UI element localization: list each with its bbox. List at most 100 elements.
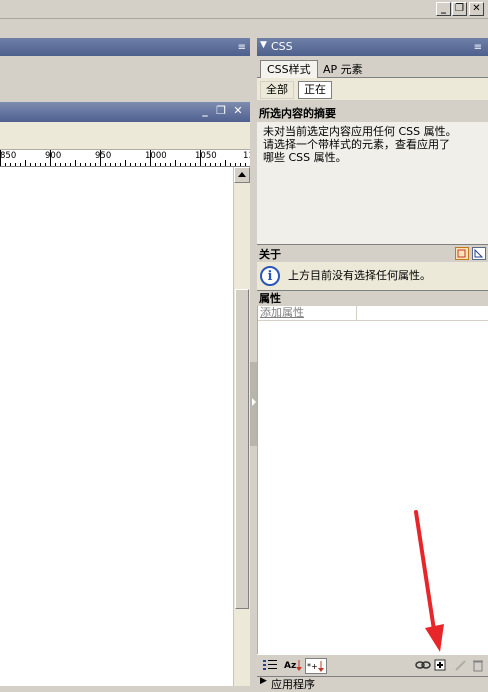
tab-ap-elements[interactable]: AP 元素 bbox=[319, 61, 367, 78]
ruler-tick bbox=[145, 163, 146, 166]
panel-options-icon[interactable]: ≡ bbox=[238, 42, 246, 53]
ruler-tick bbox=[165, 163, 166, 166]
css-tabstrip: CSS样式 AP 元素 bbox=[257, 56, 488, 78]
panel-collapse-icon[interactable]: ▼ bbox=[260, 40, 267, 50]
svg-text:Az: Az bbox=[284, 661, 296, 671]
ruler-tick bbox=[35, 163, 36, 166]
ruler-label: 1000 bbox=[145, 151, 167, 161]
attach-stylesheet-icon[interactable] bbox=[415, 658, 431, 674]
doc-minimize-button[interactable]: _ bbox=[198, 104, 212, 118]
ruler-tick bbox=[235, 163, 236, 166]
ruler-tick bbox=[15, 163, 16, 166]
properties-grid: 添加属性 bbox=[257, 306, 488, 654]
ruler-label: 1050 bbox=[195, 151, 217, 161]
about-heading: 关于 bbox=[259, 248, 281, 261]
svg-text:*+: *+ bbox=[307, 662, 318, 671]
category-view-icon[interactable] bbox=[261, 658, 279, 674]
panel-options-icon[interactable]: ≡ bbox=[474, 42, 482, 53]
ruler-tick bbox=[220, 163, 221, 166]
ruler-label: 900 bbox=[45, 151, 62, 161]
application-panel-title: 应用程序 bbox=[271, 678, 315, 691]
ruler-tick bbox=[115, 163, 116, 166]
ruler-tick bbox=[110, 163, 111, 166]
ruler-tick bbox=[185, 163, 186, 166]
window-restore-button[interactable]: ❐ bbox=[452, 2, 467, 16]
scroll-thumb[interactable] bbox=[235, 289, 249, 609]
show-cascade-icon[interactable] bbox=[472, 247, 486, 260]
add-property-link[interactable]: 添加属性 bbox=[260, 306, 304, 320]
ruler-tick bbox=[215, 163, 216, 166]
ruler-label: 950 bbox=[95, 151, 112, 161]
doc-restore-button[interactable]: ❐ bbox=[214, 104, 228, 118]
alphabetical-view-icon[interactable]: Az bbox=[283, 658, 303, 674]
delete-rule-icon[interactable] bbox=[471, 658, 485, 674]
application-panel-header[interactable]: ▶ 应用程序 bbox=[257, 676, 488, 691]
window-minimize-button[interactable]: _ bbox=[436, 2, 451, 16]
summary-line: 哪些 CSS 属性。 bbox=[263, 151, 347, 164]
ruler-tick bbox=[200, 150, 201, 166]
info-icon: i bbox=[260, 266, 280, 286]
left-panel-header: ≡ bbox=[0, 38, 254, 56]
doc-close-button[interactable]: ✕ bbox=[231, 104, 245, 118]
expand-arrow-icon[interactable]: ▶ bbox=[260, 676, 267, 686]
ruler-label: 850 bbox=[0, 151, 17, 161]
ruler-tick bbox=[205, 163, 206, 166]
css-panel-title: CSS bbox=[271, 40, 293, 53]
about-text: 上方目前没有选择任何属性。 bbox=[288, 269, 431, 282]
ruler-tick bbox=[125, 160, 126, 166]
ruler-tick bbox=[10, 163, 11, 166]
tab-css-styles[interactable]: CSS样式 bbox=[260, 60, 318, 78]
ruler-tick bbox=[130, 163, 131, 166]
window-close-button[interactable]: ✕ bbox=[469, 2, 484, 16]
set-properties-view-icon[interactable]: *+ bbox=[305, 658, 327, 674]
annotation-arrow bbox=[414, 510, 444, 652]
arrow-up-icon bbox=[238, 172, 246, 177]
window-titlebar: _ ❐ ✕ bbox=[0, 0, 488, 19]
design-canvas[interactable] bbox=[0, 167, 233, 686]
ruler-tick bbox=[225, 160, 226, 166]
css-panel-header[interactable]: ▼ CSS ≡ bbox=[257, 38, 488, 56]
properties-heading: 属性 bbox=[257, 290, 488, 306]
ruler-label: 11 bbox=[243, 151, 250, 161]
summary-line: 未对当前选定内容应用任何 CSS 属性。 bbox=[263, 125, 457, 138]
show-info-icon[interactable] bbox=[455, 247, 469, 260]
ruler-tick bbox=[50, 150, 51, 166]
ruler-tick bbox=[90, 163, 91, 166]
ruler-tick bbox=[240, 163, 241, 166]
ruler-tick bbox=[140, 163, 141, 166]
column-divider bbox=[356, 306, 357, 321]
property-row[interactable]: 添加属性 bbox=[258, 306, 488, 321]
ruler-tick bbox=[100, 150, 101, 166]
ruler-tick bbox=[230, 163, 231, 166]
document-toolbar bbox=[0, 122, 250, 150]
panel-splitter[interactable] bbox=[250, 38, 257, 686]
ruler-tick bbox=[170, 163, 171, 166]
ruler-tick bbox=[195, 163, 196, 166]
ruler-tick bbox=[45, 163, 46, 166]
scroll-up-button[interactable] bbox=[234, 167, 250, 183]
edit-style-icon[interactable] bbox=[453, 658, 467, 674]
ruler-tick bbox=[40, 163, 41, 166]
ruler-tick bbox=[80, 163, 81, 166]
horizontal-ruler: 850 900 950 1000 1050 11 bbox=[0, 150, 250, 167]
ruler-tick bbox=[105, 163, 106, 166]
ruler-tick bbox=[150, 150, 151, 166]
new-css-rule-icon[interactable] bbox=[433, 658, 449, 674]
ruler-tick bbox=[190, 163, 191, 166]
ruler-tick bbox=[0, 150, 1, 166]
ruler-tick bbox=[65, 163, 66, 166]
vertical-scrollbar[interactable] bbox=[233, 167, 250, 686]
css-bottom-toolbar: Az *+ bbox=[257, 654, 488, 676]
ruler-tick bbox=[85, 163, 86, 166]
ruler-tick bbox=[120, 163, 121, 166]
ruler-tick bbox=[245, 163, 246, 166]
ruler-tick bbox=[5, 163, 6, 166]
about-heading-bar: 关于 bbox=[257, 244, 488, 262]
summary-heading: 所选内容的摘要 bbox=[257, 106, 488, 122]
mode-all-button[interactable]: 全部 bbox=[260, 81, 294, 99]
mode-current-button[interactable]: 正在 bbox=[298, 81, 332, 99]
document-titlebar: _ ❐ ✕ bbox=[0, 102, 250, 122]
about-body: i 上方目前没有选择任何属性。 bbox=[257, 262, 488, 290]
ruler-tick bbox=[75, 160, 76, 166]
ruler-tick bbox=[155, 163, 156, 166]
